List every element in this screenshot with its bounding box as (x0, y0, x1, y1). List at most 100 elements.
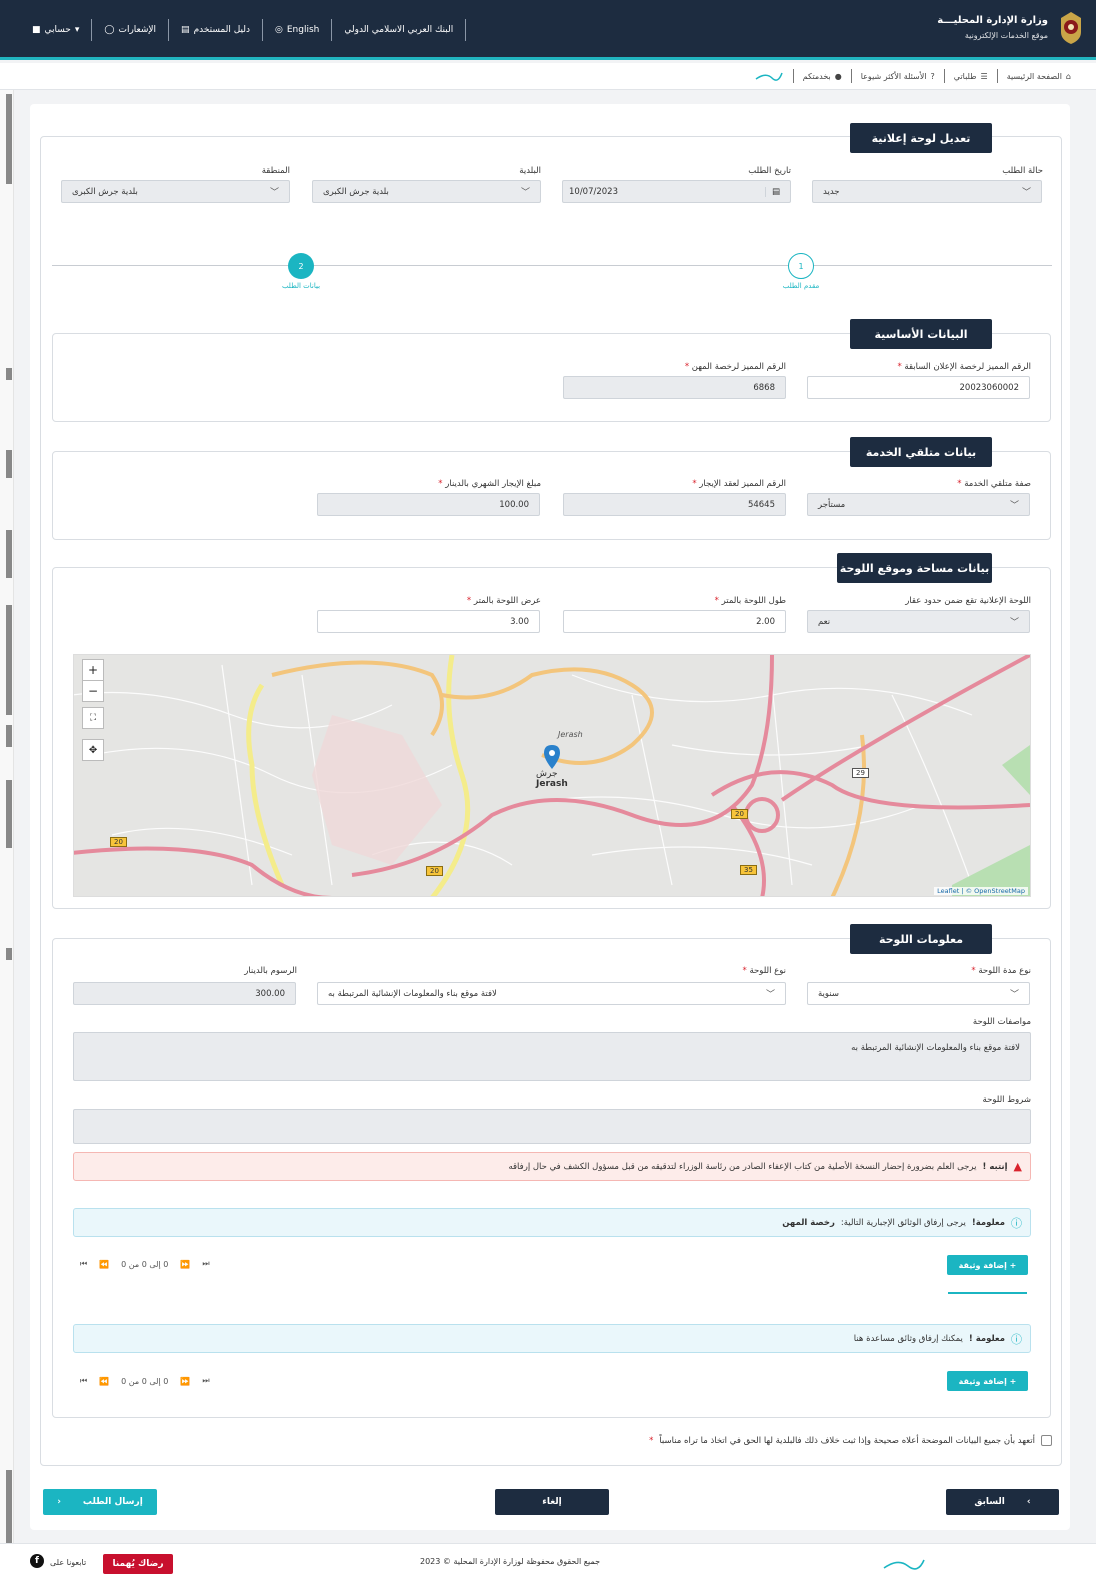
terms-textarea (73, 1109, 1031, 1144)
top-nav: ■ حسابي ▾ ◯ الإشعارات ▤ دليل المستخدم ◎ Engli… (20, 19, 467, 41)
chevron-down-icon: ﹀ (520, 188, 530, 198)
bank-link[interactable]: البنك العربي الاسلامي الدولي (331, 19, 467, 41)
step-2-label: بيانات الطلب (281, 282, 321, 290)
copyright-text: جميع الحقوق محفوظة لوزارة الإدارة المحلي… (420, 1557, 601, 1566)
road-shield-35: 35 (740, 865, 757, 875)
zoom-in-button[interactable]: + (82, 659, 104, 681)
info-icon: ⓘ (1011, 1332, 1022, 1346)
handshake-icon: ● (834, 71, 842, 81)
follow-us-text: تابعونا على (50, 1558, 87, 1567)
locate-icon[interactable]: ✥ (82, 739, 104, 761)
next-page-icon[interactable]: ⏩ (180, 1377, 190, 1386)
city-label-ar: جرش (536, 769, 558, 779)
within-select[interactable]: ﹀ نعم (807, 610, 1030, 633)
account-menu[interactable]: ■ حسابي ▾ (20, 19, 91, 41)
faq-link[interactable]: ? الأسئلة الأكثر شيوعا (850, 69, 944, 83)
first-page-icon[interactable]: ⏮ (80, 1376, 87, 1386)
zoom-out-button[interactable]: − (82, 680, 104, 702)
width-input[interactable]: 3.00 (317, 610, 540, 633)
chevron-down-icon: ﹀ (1021, 188, 1031, 198)
basic-data-title: البيانات الأساسية (850, 319, 992, 349)
step-1-label: مقدم الطلب (782, 282, 820, 290)
cancel-button[interactable]: إلغاء (495, 1489, 609, 1515)
chevron-down-icon: ﹀ (1009, 501, 1019, 511)
caret-down-icon: ▾ (74, 25, 80, 35)
warning-icon: ▲ (1013, 1160, 1022, 1173)
chevron-right-icon: › (1026, 1497, 1031, 1507)
status-select[interactable]: ﹀ جديد (812, 180, 1042, 203)
sanad-logo (880, 1554, 926, 1577)
prev-license-label: الرقم المميز لرخصة الإعلان السابقة * (897, 362, 1031, 372)
satisfaction-button[interactable]: رضاك يُهمنا (103, 1554, 173, 1574)
previous-button[interactable]: › السابق (946, 1489, 1059, 1515)
globe-icon: ◎ (275, 25, 283, 35)
prev-page-icon[interactable]: ⏪ (99, 1377, 109, 1386)
board-info-title: معلومات اللوحة (850, 924, 992, 954)
pledge-checkbox[interactable] (1041, 1435, 1052, 1446)
type-select[interactable]: ﹀ لافتة موقع بناء والمعلومات الإنشائية ال… (317, 982, 786, 1005)
specs-textarea: لافتة موقع بناء والمعلومات الإنشائية الم… (73, 1032, 1031, 1081)
home-link[interactable]: ⌂ الصفحة الرئيسية (996, 69, 1080, 83)
within-label: اللوحة الإعلانية تقع ضمن حدود عقار (905, 596, 1031, 606)
road-shield-29: 29 (852, 768, 869, 778)
prof-license-field: 6868 (563, 376, 786, 399)
ministry-title: وزارة الإدارة المحليـــة (937, 15, 1048, 26)
length-label: طول اللوحة بالمتر * (714, 596, 786, 606)
prev-license-input[interactable]: 20023060002 (807, 376, 1030, 399)
duration-select[interactable]: ﹀ سنوية (807, 982, 1030, 1005)
facebook-icon[interactable]: f (30, 1554, 44, 1568)
top-header: وزارة الإدارة المحليـــة موقع الخدمات ال… (0, 0, 1096, 60)
location-map[interactable]: + − ⛶ ✥ جرش Jerash Jerash 20 20 20 35 29… (73, 654, 1031, 897)
capacity-select[interactable]: ﹀ مستأجر (807, 493, 1030, 516)
rent-field: 100.00 (317, 493, 540, 516)
info-alert-required: ⓘ معلومة! يرجى إرفاق الوثائق الإجبارية ا… (73, 1208, 1031, 1237)
add-document-button[interactable]: + إضافة وثيقة (947, 1255, 1028, 1275)
city-label-en-secondary: Jerash (558, 730, 583, 739)
first-page-icon[interactable]: ⏮ (80, 1259, 87, 1269)
date-label: تاريخ الطلب (748, 166, 791, 176)
divider (948, 1292, 1027, 1294)
user-icon: ■ (32, 25, 41, 35)
chevron-down-icon: ﹀ (765, 990, 775, 1000)
municipality-select[interactable]: ﹀ بلدية جرش الكبرى (312, 180, 541, 203)
sub-nav: ⌂ الصفحة الرئيسية ☰ طلباتي ? الأسئلة الأكثر… (0, 63, 1096, 90)
city-label-en: Jerash (536, 779, 568, 789)
width-label: عرض اللوحة بالمتر * (466, 596, 541, 606)
area-title: بيانات مساحة وموقع اللوحة (837, 553, 992, 583)
jordan-seal-icon (1056, 9, 1086, 47)
pledge-row: أتعهد بأن جميع البيانات الموضحة أعلاه صح… (649, 1435, 1052, 1446)
road-shield-20: 20 (426, 866, 443, 876)
prof-license-label: الرقم المميز لرخصة المهن * (684, 362, 786, 372)
documents-pager: ⏮ ⏪ 0 إلى 0 من 0 ⏩ ⏭ (80, 1259, 210, 1269)
date-field[interactable]: ▤ 10/07/2023 (562, 180, 791, 203)
location-pin-icon[interactable] (544, 745, 560, 772)
next-page-icon[interactable]: ⏩ (180, 1260, 190, 1269)
language-link[interactable]: ◎ English (262, 19, 331, 41)
capacity-label: صفة متلقي الخدمة * (957, 479, 1031, 489)
fees-label: الرسوم بالدينار (244, 966, 297, 976)
info-icon: ⓘ (1011, 1216, 1022, 1230)
chevron-down-icon: ﹀ (269, 188, 279, 198)
sanad-logo[interactable] (745, 69, 793, 83)
last-page-icon[interactable]: ⏭ (202, 1376, 209, 1386)
ministry-brand[interactable]: وزارة الإدارة المحليـــة موقع الخدمات ال… (937, 9, 1086, 47)
step-1-circle[interactable]: 1 (788, 253, 814, 279)
page-scrollbar[interactable] (0, 90, 14, 1570)
length-input[interactable]: 2.00 (563, 610, 786, 633)
step-2-circle[interactable]: 2 (288, 253, 314, 279)
submit-button[interactable]: إرسال الطلب ‹ (43, 1489, 157, 1515)
last-page-icon[interactable]: ⏭ (202, 1259, 209, 1269)
user-guide-link[interactable]: ▤ دليل المستخدم (168, 19, 262, 41)
add-document-button-2[interactable]: + إضافة وثيقة (947, 1371, 1028, 1391)
region-select[interactable]: ﹀ بلدية جرش الكبرى (61, 180, 290, 203)
at-service-link[interactable]: ● بخدمتكم (792, 69, 851, 83)
fullscreen-icon[interactable]: ⛶ (82, 707, 104, 729)
status-label: حالة الطلب (1002, 166, 1043, 176)
lease-field: 54645 (563, 493, 786, 516)
my-requests-link[interactable]: ☰ طلباتي (943, 69, 997, 83)
calendar-icon: ▤ (764, 186, 780, 197)
bell-icon: ◯ (104, 25, 115, 35)
prev-page-icon[interactable]: ⏪ (99, 1260, 109, 1269)
notifications-link[interactable]: ◯ الإشعارات (91, 19, 168, 41)
map-attribution[interactable]: Leaflet | © OpenStreetMap (934, 887, 1028, 895)
